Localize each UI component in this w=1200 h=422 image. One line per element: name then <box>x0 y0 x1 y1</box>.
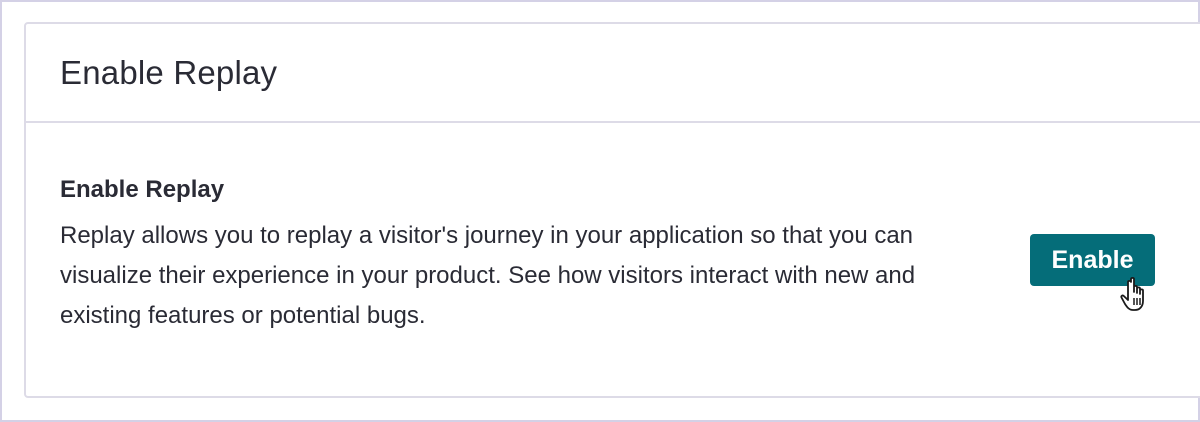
card-header: Enable Replay <box>26 24 1200 123</box>
card-body: Enable Replay Replay allows you to repla… <box>26 123 1200 336</box>
hand-pointer-icon <box>1120 276 1144 311</box>
settings-card: Enable Replay Enable Replay Replay allow… <box>24 22 1200 398</box>
page-frame: Enable Replay Enable Replay Replay allow… <box>0 0 1200 422</box>
card-title: Enable Replay <box>60 53 278 91</box>
section-description: Replay allows you to replay a visitor's … <box>60 222 916 329</box>
section-title: Enable Replay <box>60 176 225 203</box>
